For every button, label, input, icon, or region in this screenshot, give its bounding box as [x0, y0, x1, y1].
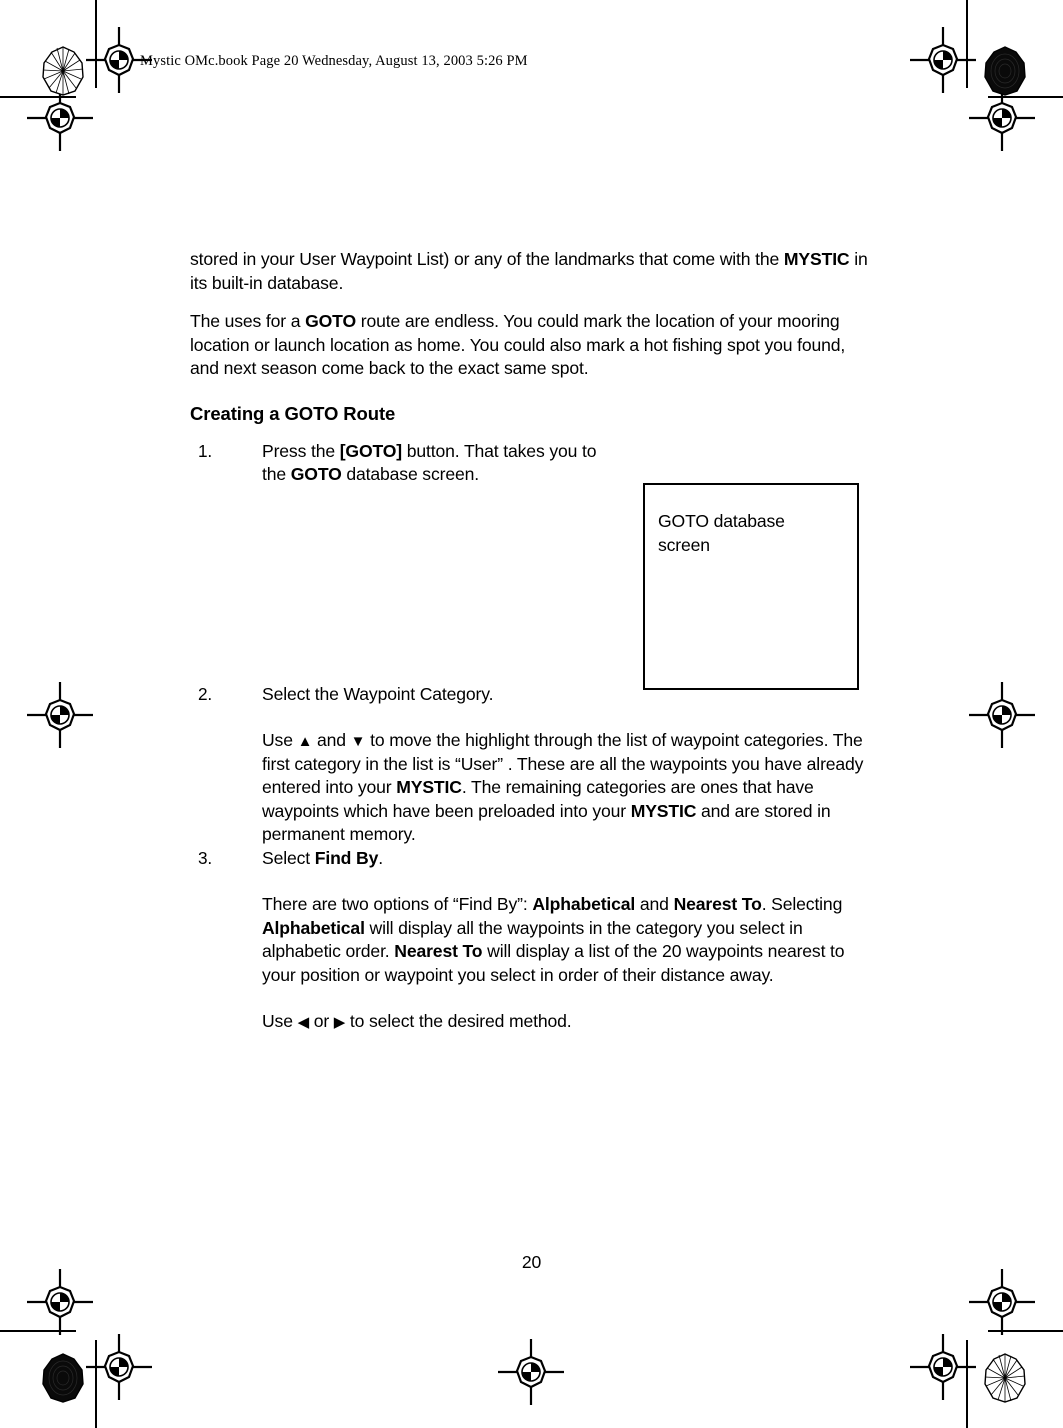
crop-line-left-bottom-horizontal [0, 1330, 76, 1332]
screen-angle-blob-top-right [983, 45, 1027, 97]
alphabetical-bold-1: Alphabetical [532, 894, 636, 914]
step-2-explanation: Use ▲ and ▼ to move the highlight throug… [262, 729, 876, 847]
step-1: 1. Press the [GOTO] button. That takes y… [190, 440, 876, 487]
spacer-before-final-line [190, 987, 876, 1010]
registration-mark-left-lower [25, 1267, 95, 1337]
step-3-method-part-3: to select the desired method. [345, 1011, 572, 1031]
step-1-part-3: database screen. [341, 464, 479, 484]
nearest-to-bold-1: Nearest To [673, 894, 762, 914]
spacer-after-step-3 [190, 870, 876, 893]
nearest-to-bold-2: Nearest To [394, 941, 483, 961]
step-3-part-2: . [378, 847, 383, 868]
page-number: 20 [521, 1252, 542, 1272]
paragraph-goto-uses: The uses for a GOTO route are endless. Y… [190, 310, 876, 381]
step-3: 3. Select Find By. [190, 847, 876, 871]
goto-bold: GOTO [305, 311, 356, 331]
step-3-explanation: There are two options of “Find By”: Alph… [262, 893, 876, 987]
find-by-bold: Find By [314, 847, 379, 868]
screen-angle-blob-bottom-left [41, 1352, 85, 1404]
crop-line-right-bottom-horizontal [988, 1330, 1063, 1332]
step-3-text: Select Find By. [262, 847, 876, 871]
step-3-explanation-part-1: There are two options of “Find By”: [262, 894, 533, 914]
step-2-explanation-part-1: Use [262, 730, 298, 750]
step-1-number: 1. [198, 440, 213, 461]
step-2: 2. Select the Waypoint Category. [190, 683, 876, 707]
step-3-part-1: Select [262, 847, 315, 868]
crop-line-bottom-left-vertical [95, 1340, 97, 1428]
crop-line-top-left-vertical [95, 0, 97, 88]
step-3-number: 3. [198, 847, 213, 868]
step-3-method-line: Use ◀ or ▶ to select the desired method. [262, 1010, 876, 1034]
goto-screen-bold: GOTO [290, 464, 342, 484]
goto-button-bold: [GOTO] [339, 440, 403, 461]
step-2-explanation-part-2: and [312, 730, 351, 750]
alphabetical-bold-2: Alphabetical [262, 917, 365, 938]
step-1-text: Press the [GOTO] button. That takes you … [262, 440, 610, 487]
product-name-bold: MYSTIC [783, 249, 850, 269]
step-3-method-part-2: or [308, 1011, 334, 1031]
mystic-bold-2: MYSTIC [396, 777, 462, 797]
paragraph-intro: stored in your User Waypoint List) or an… [190, 248, 876, 295]
spacer-after-step-2 [190, 706, 876, 729]
registration-mark-right-lower [967, 1267, 1037, 1337]
step-2-number: 2. [198, 683, 213, 704]
figure-reserved-space [190, 487, 876, 683]
main-text-column: stored in your User Waypoint List) or an… [190, 248, 876, 1034]
registration-mark-bottom-center [496, 1337, 566, 1407]
crop-line-top-right-vertical [966, 0, 968, 88]
crop-line-bottom-right-vertical [966, 1340, 968, 1428]
screen-angle-blob-bottom-right [983, 1352, 1027, 1404]
paragraph-intro-part-1: stored in your User Waypoint List) or an… [190, 249, 784, 269]
step-3-method-part-1: Use [262, 1011, 298, 1031]
step-3-explanation-part-3: . Selecting [761, 894, 843, 914]
header-slug-line: Mystic OMc.book Page 20 Wednesday, Augus… [140, 53, 528, 69]
registration-mark-right-middle [967, 680, 1037, 750]
up-arrow-icon: ▲ [297, 733, 313, 750]
mystic-bold-3: MYSTIC [630, 800, 697, 821]
paragraph-goto-uses-part-1: The uses for a [190, 311, 306, 331]
right-arrow-icon: ▶ [333, 1014, 346, 1031]
registration-mark-left-middle [25, 680, 95, 750]
left-arrow-icon: ◀ [297, 1014, 310, 1031]
step-1-part-1: Press the [262, 440, 340, 461]
screen-angle-blob-top-left [41, 45, 85, 97]
section-heading-creating-a-goto-route: Creating a GOTO Route [190, 402, 396, 424]
step-2-text: Select the Waypoint Category. [262, 683, 494, 704]
down-arrow-icon: ▼ [350, 733, 366, 750]
step-3-explanation-part-2: and [635, 894, 674, 914]
